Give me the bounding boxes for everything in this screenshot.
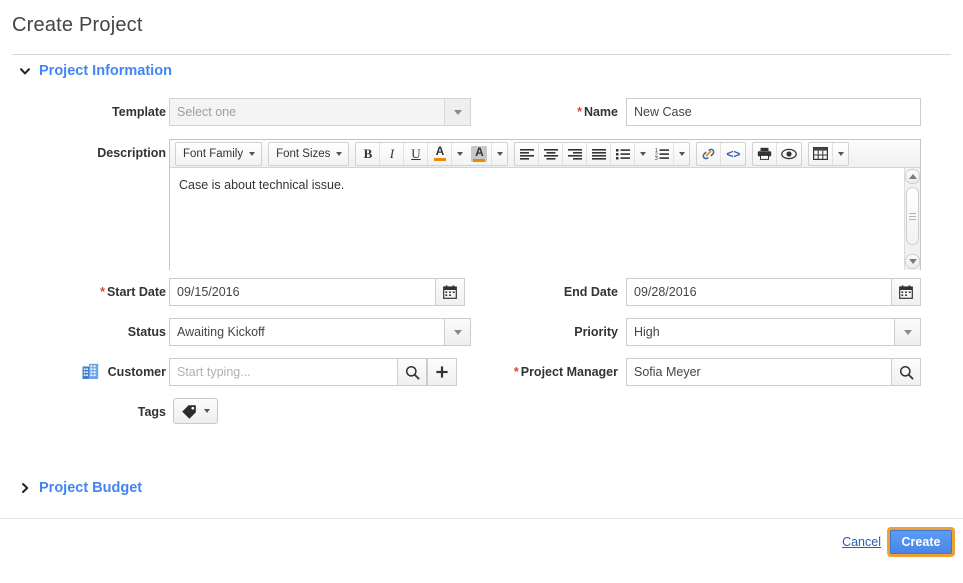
chevron-down-icon[interactable]: [894, 319, 920, 345]
numbered-list-dropdown[interactable]: [674, 143, 689, 165]
footer-divider: [0, 518, 963, 519]
underline-icon[interactable]: U: [404, 142, 429, 165]
tags-button[interactable]: [173, 398, 218, 424]
scroll-up-icon[interactable]: [905, 169, 920, 184]
font-sizes-dropdown[interactable]: Font Sizes: [269, 143, 348, 165]
required-marker: *: [100, 285, 105, 299]
scroll-down-icon[interactable]: [905, 254, 920, 269]
priority-select-value: High: [634, 325, 660, 339]
search-icon[interactable]: [397, 358, 427, 386]
font-family-dropdown[interactable]: Font Family: [176, 143, 261, 165]
grip-icon: [909, 211, 916, 222]
chevron-down-icon: [19, 65, 31, 77]
bullet-list-dropdown[interactable]: [635, 143, 650, 165]
cancel-link[interactable]: Cancel: [842, 535, 881, 549]
section-label: Project Budget: [39, 480, 143, 496]
chevron-down-icon: [336, 151, 343, 156]
editor-toolbar: Font Family Font Sizes B I U A A 1 2 3 <…: [170, 140, 920, 168]
table-icon[interactable]: [809, 142, 834, 165]
template-label: Template: [112, 105, 166, 119]
search-icon[interactable]: [891, 358, 921, 386]
font-family-group: Font Family: [175, 141, 263, 166]
eye-icon[interactable]: [777, 143, 801, 165]
end-date-label: End Date: [563, 285, 618, 299]
chevron-down-icon: [204, 409, 210, 413]
name-label: * Name: [577, 105, 618, 119]
section-header-project-information[interactable]: Project Information: [19, 63, 172, 79]
alignment-group: 1 2 3: [514, 141, 691, 166]
insert-group: <>: [696, 141, 747, 166]
project-manager-label: * Project Manager: [513, 365, 618, 379]
tag-icon: [181, 404, 197, 419]
text-format-group: B I U A A: [355, 141, 509, 166]
text-color-icon[interactable]: A: [428, 142, 453, 165]
description-scrollbar[interactable]: [904, 168, 920, 270]
start-date-label: * Start Date: [100, 285, 166, 299]
align-left-icon[interactable]: [515, 142, 540, 165]
tags-label: Tags: [137, 405, 166, 419]
customer-field[interactable]: [169, 358, 457, 386]
plus-icon[interactable]: [427, 358, 457, 386]
chevron-down-icon[interactable]: [444, 319, 470, 345]
name-input[interactable]: [626, 98, 921, 126]
italic-icon[interactable]: I: [380, 142, 405, 165]
template-select-value: Select one: [177, 105, 237, 119]
template-select[interactable]: Select one: [169, 98, 471, 126]
bullet-list-icon[interactable]: [611, 142, 636, 165]
create-button-focus-ring: Create: [887, 527, 955, 557]
start-date-field[interactable]: [169, 278, 465, 306]
numbered-list-icon[interactable]: 1 2 3: [650, 142, 675, 165]
required-marker: *: [577, 105, 582, 119]
project-manager-input[interactable]: [626, 358, 891, 386]
description-text: Case is about technical issue.: [179, 178, 345, 192]
end-date-input[interactable]: [626, 278, 891, 306]
calendar-icon[interactable]: [891, 278, 921, 306]
create-button[interactable]: Create: [890, 530, 952, 554]
priority-label: Priority: [574, 325, 618, 339]
font-size-group: Font Sizes: [268, 141, 350, 166]
table-group: [808, 141, 850, 166]
section-label: Project Information: [39, 63, 172, 79]
end-date-field[interactable]: [626, 278, 921, 306]
description-rich-text-editor[interactable]: Font Family Font Sizes B I U A A 1 2 3 <…: [169, 139, 921, 270]
chevron-right-icon: [19, 482, 31, 494]
align-right-icon[interactable]: [563, 142, 588, 165]
create-project-page: Create Project Project Information Templ…: [0, 0, 963, 583]
description-label: Description: [97, 146, 166, 160]
link-icon[interactable]: [697, 142, 722, 165]
svg-text:3: 3: [655, 156, 658, 160]
align-center-icon[interactable]: [539, 142, 564, 165]
customer-input[interactable]: [169, 358, 397, 386]
text-color-dropdown[interactable]: [452, 143, 467, 165]
chevron-down-icon: [249, 151, 256, 156]
priority-select[interactable]: High: [626, 318, 921, 346]
chevron-down-icon[interactable]: [444, 99, 470, 125]
status-select-value: Awaiting Kickoff: [177, 325, 265, 339]
background-color-dropdown[interactable]: [492, 143, 507, 165]
building-icon: [82, 363, 99, 380]
status-select[interactable]: Awaiting Kickoff: [169, 318, 471, 346]
table-dropdown[interactable]: [833, 143, 848, 165]
status-label: Status: [127, 325, 166, 339]
calendar-icon[interactable]: [435, 278, 465, 306]
output-group: [752, 141, 803, 166]
description-editor-body[interactable]: Case is about technical issue.: [170, 168, 920, 270]
project-manager-field[interactable]: [626, 358, 921, 386]
page-title: Create Project: [12, 14, 143, 36]
print-icon[interactable]: [753, 142, 778, 165]
align-justify-icon[interactable]: [587, 142, 612, 165]
code-icon[interactable]: <>: [721, 143, 745, 165]
title-divider: [12, 54, 951, 55]
section-header-project-budget[interactable]: Project Budget: [19, 480, 142, 496]
background-color-icon[interactable]: A: [467, 142, 493, 165]
start-date-input[interactable]: [169, 278, 435, 306]
scrollbar-thumb[interactable]: [906, 187, 919, 245]
bold-icon[interactable]: B: [356, 142, 381, 165]
required-marker: *: [513, 365, 519, 379]
